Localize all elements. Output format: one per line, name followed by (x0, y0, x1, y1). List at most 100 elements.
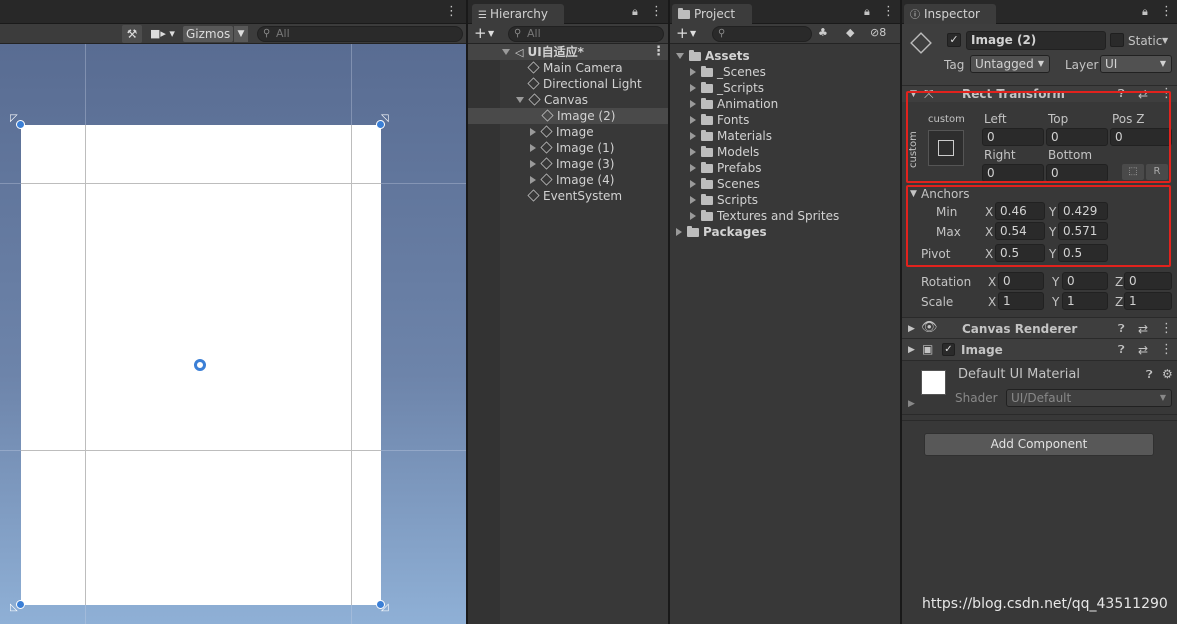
scene-name: UI自适应* (527, 45, 584, 59)
hierarchy-item-selected[interactable]: Image (2) (468, 108, 668, 124)
hierarchy-gutter (468, 44, 500, 624)
preset-icon[interactable]: ⇄ (1138, 342, 1148, 358)
add-button[interactable]: + (676, 24, 689, 42)
lock-icon[interactable]: 🔒︎ (1142, 5, 1148, 19)
shader-dropdown[interactable]: UI/Default ▼ (1006, 389, 1172, 407)
panel-separator[interactable] (466, 0, 468, 624)
hierarchy-item[interactable]: Image (530, 124, 594, 140)
help-icon[interactable]: ❓︎ (1118, 321, 1125, 337)
project-folder[interactable]: Scripts (690, 192, 758, 208)
scene-search-input[interactable]: ⚲ All (257, 26, 463, 42)
anchor-icon[interactable]: ◹ (381, 113, 389, 124)
project-folder[interactable]: Animation (690, 96, 778, 112)
search-icon: ⚲ (718, 28, 726, 39)
project-search-input[interactable]: ⚲ (712, 26, 812, 42)
tab-project[interactable]: Project (672, 4, 752, 24)
rotation-z-field[interactable]: 0 (1124, 272, 1172, 290)
hierarchy-search-input[interactable]: ⚲ All (508, 26, 664, 42)
hierarchy-item-label: Image (2) (557, 109, 616, 123)
hierarchy-item[interactable]: Image (3) (530, 156, 614, 172)
panel-separator[interactable] (668, 0, 670, 624)
selected-image-rect[interactable] (21, 125, 381, 605)
rotation-y-field[interactable]: 0 (1062, 272, 1108, 290)
collapse-icon (690, 212, 696, 220)
collapse-icon[interactable]: ▶ (908, 396, 915, 412)
project-folder[interactable]: Models (690, 144, 759, 160)
more-icon[interactable]: ⋮ (1160, 321, 1173, 337)
lock-icon[interactable]: 🔒︎ (864, 5, 870, 19)
object-name-field[interactable]: Image (2) (966, 31, 1106, 50)
scene-view[interactable]: ⋮ ⚒ ■▸ ▾ Gizmos ▼ ⚲ All ◸ ◹ ◺ ◿ (0, 0, 466, 624)
inspector-header: ⓘ Inspector 🔒︎ ⋮ (902, 0, 1177, 24)
more-icon[interactable]: ⋮ (652, 44, 665, 60)
gizmos-dropdown-icon[interactable]: ▼ (234, 26, 248, 42)
hierarchy-item[interactable]: Image (4) (530, 172, 614, 188)
hierarchy-item[interactable]: Main Camera (527, 60, 623, 76)
help-icon[interactable]: ❓︎ (1118, 342, 1125, 358)
anchor-icon[interactable]: ◿ (381, 602, 389, 613)
add-component-button[interactable]: Add Component (924, 433, 1154, 456)
hidden-count-icon[interactable]: ⊘8 (870, 26, 886, 39)
tab-inspector[interactable]: ⓘ Inspector (904, 4, 996, 24)
panel-separator[interactable] (900, 0, 902, 624)
more-icon[interactable]: ⋮ (445, 4, 458, 19)
tools-icon[interactable]: ⚒ (122, 25, 142, 43)
preset-icon[interactable]: ⇄ (1138, 321, 1148, 337)
tag-icon[interactable]: ◆ (846, 26, 854, 39)
image-enabled-checkbox[interactable]: ✓ (942, 343, 955, 356)
hierarchy-item[interactable]: Directional Light (527, 76, 642, 92)
more-icon[interactable]: ⋮ (650, 4, 663, 19)
folder-icon (678, 8, 690, 19)
hierarchy-item-label: EventSystem (543, 189, 623, 203)
expand-icon (516, 97, 524, 103)
tag-dropdown[interactable]: Untagged ▼ (970, 55, 1050, 73)
packages-folder[interactable]: Packages (676, 224, 767, 240)
hierarchy-item[interactable]: Image (1) (530, 140, 614, 156)
lock-icon[interactable]: 🔒︎ (632, 5, 638, 19)
hierarchy-item[interactable]: Canvas (516, 92, 588, 108)
project-folder[interactable]: Materials (690, 128, 772, 144)
anchor-icon[interactable]: ◸ (10, 113, 18, 124)
project-folder[interactable]: Scenes (690, 176, 760, 192)
gear-icon[interactable]: ⚙ (1162, 366, 1173, 382)
add-dropdown-icon[interactable]: ▼ (488, 26, 494, 42)
scale-x-field[interactable]: 1 (998, 292, 1044, 310)
shader-value: UI/Default (1011, 391, 1072, 405)
filter-type-icon[interactable]: ♣ (818, 26, 828, 39)
material-preview[interactable] (921, 370, 946, 395)
scale-y-field[interactable]: 1 (1062, 292, 1108, 310)
static-dropdown-icon[interactable]: ▼ (1162, 33, 1168, 49)
rotation-label: Rotation (921, 275, 972, 289)
gizmos-button[interactable]: Gizmos (183, 26, 233, 42)
assets-folder[interactable]: Assets (676, 48, 750, 64)
active-checkbox[interactable]: ✓ (947, 33, 961, 47)
y-axis-label: Y (1052, 275, 1060, 289)
scale-z-field[interactable]: 1 (1124, 292, 1172, 310)
add-button[interactable]: + (474, 24, 487, 42)
project-folder[interactable]: _Scripts (690, 80, 764, 96)
help-icon[interactable]: ❓︎ (1146, 367, 1153, 383)
anchor-icon[interactable]: ◺ (10, 602, 18, 613)
static-checkbox[interactable] (1110, 33, 1124, 47)
camera-icon[interactable]: ■▸ ▾ (150, 25, 180, 43)
rotation-x-field[interactable]: 0 (998, 272, 1044, 290)
hierarchy-item[interactable]: EventSystem (527, 188, 623, 204)
project-folder[interactable]: Prefabs (690, 160, 762, 176)
scene-header: ⋮ (0, 0, 466, 24)
expand-icon (502, 49, 510, 55)
add-dropdown-icon[interactable]: ▼ (690, 26, 696, 42)
tab-hierarchy[interactable]: ☰ Hierarchy (472, 4, 564, 24)
image-component-header[interactable]: ▶ ▣ ✓ Image ❓︎ ⇄ ⋮ (902, 339, 1177, 361)
scene-row[interactable]: ◁ UI自适应* ⋮ (468, 44, 668, 60)
layer-dropdown[interactable]: UI ▼ (1100, 55, 1172, 73)
eye-icon: 👁︎ (921, 320, 938, 335)
project-folder[interactable]: _Scenes (690, 64, 766, 80)
project-folder[interactable]: Textures and Sprites (690, 208, 839, 224)
project-folder[interactable]: Fonts (690, 112, 749, 128)
canvas-renderer-header[interactable]: ▶ 👁︎ Canvas Renderer ❓︎ ⇄ ⋮ (902, 317, 1177, 339)
pivot-handle[interactable] (194, 359, 206, 371)
folder-icon (701, 162, 713, 173)
more-icon[interactable]: ⋮ (882, 4, 895, 19)
more-icon[interactable]: ⋮ (1160, 342, 1173, 358)
more-icon[interactable]: ⋮ (1160, 4, 1173, 19)
